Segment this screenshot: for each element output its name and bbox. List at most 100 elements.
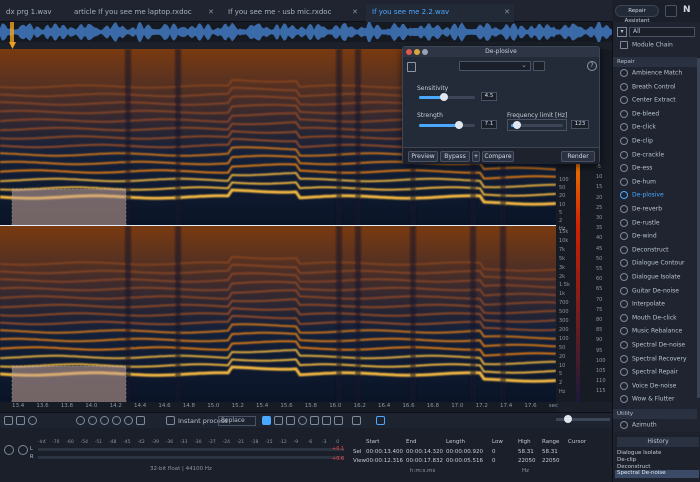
process-mode-dropdown[interactable]: Replace <box>218 416 256 426</box>
tab-3[interactable]: If you see me - usb mic.rxdoc ✕ <box>222 4 362 22</box>
view-high[interactable]: 22050 <box>518 458 536 464</box>
module-de-reverb[interactable]: De-reverb <box>617 205 697 219</box>
close-icon[interactable]: ✕ <box>504 8 510 16</box>
module-filter-dropdown[interactable]: All <box>629 27 695 37</box>
module-breath-control[interactable]: Breath Control <box>617 82 697 97</box>
loop-icon[interactable] <box>4 445 14 455</box>
module-ambience-match[interactable]: Ambience Match <box>617 69 697 83</box>
module-de-hum[interactable]: De-hum <box>617 177 697 192</box>
strength-value[interactable]: 7.1 <box>481 120 497 129</box>
module-de-wind[interactable]: De-wind <box>617 232 697 246</box>
module-music-rebalance[interactable]: Music Rebalance <box>617 327 697 341</box>
time-format[interactable]: h:m:s.ms <box>410 468 435 474</box>
view-range[interactable]: 22050 <box>542 458 560 464</box>
tab-4-active[interactable]: If you see me 2.2.wav ✕ <box>366 4 514 22</box>
module-mouth-de-click[interactable]: Mouth De-click <box>617 313 697 328</box>
help-icon[interactable]: ? <box>587 61 597 71</box>
sensitivity-value[interactable]: 4.5 <box>481 92 497 101</box>
sel-high[interactable]: 58.31 <box>518 449 534 455</box>
module-voice-de-noise[interactable]: Voice De-noise <box>617 381 697 396</box>
module-spectral-repair[interactable]: Spectral Repair <box>617 368 697 382</box>
sel-range[interactable]: 58.31 <box>542 449 558 455</box>
help-icon[interactable] <box>665 5 677 17</box>
frequency-selection-icon[interactable] <box>274 416 283 425</box>
module-deconstruct[interactable]: Deconstruct <box>617 245 697 260</box>
view-low[interactable]: 0 <box>492 458 496 464</box>
chevron-down-icon[interactable]: ▾ <box>617 27 627 37</box>
magic-wand-icon[interactable] <box>322 416 331 425</box>
render-button[interactable]: Render <box>561 151 595 162</box>
module-wow-flutter[interactable]: Wow & Flutter <box>617 395 697 409</box>
history-item[interactable]: De-clip <box>617 457 636 463</box>
sel-start[interactable]: 00:00:13.400 <box>366 449 403 455</box>
time-selection-icon[interactable] <box>262 416 271 425</box>
zoom-out-icon[interactable] <box>16 416 25 425</box>
module-de-ess[interactable]: De-ess <box>617 164 697 178</box>
freq-tick-label: 10k <box>559 237 569 244</box>
module-de-crackle[interactable]: De-crackle <box>617 150 697 165</box>
zoom-slider-knob[interactable] <box>564 415 572 423</box>
sel-length[interactable]: 00:00:00.920 <box>446 449 483 455</box>
sel-low[interactable]: 0 <box>492 449 496 455</box>
maximize-window-icon[interactable] <box>422 49 428 55</box>
module-dialogue-isolate[interactable]: Dialogue Isolate <box>617 273 697 287</box>
module-interpolate[interactable]: Interpolate <box>617 300 697 314</box>
module-de-rustle[interactable]: De-rustle <box>617 218 697 233</box>
close-icon[interactable]: ✕ <box>208 8 214 16</box>
module-de-plosive[interactable]: De-plosive <box>617 191 697 205</box>
module-center-extract[interactable]: Center Extract <box>617 96 697 110</box>
module-dialogue-contour[interactable]: Dialogue Contour <box>617 259 697 273</box>
tab-1[interactable]: dx prg 1.wav <box>0 4 66 22</box>
module-de-click[interactable]: De-click <box>617 123 697 137</box>
frequency-limit-label: Frequency limit [Hz] <box>507 112 568 119</box>
pencil-icon[interactable] <box>352 416 361 425</box>
preset-dropdown[interactable]: ⌄ <box>459 61 531 71</box>
monitor-icon[interactable] <box>18 445 28 455</box>
frequency-limit-value[interactable]: 123 <box>571 120 589 129</box>
freq-tick-label: 5 <box>559 371 563 378</box>
module-chain-item[interactable]: Module Chain <box>617 41 697 55</box>
hand-icon[interactable] <box>136 416 145 425</box>
module-de-clip[interactable]: De-clip <box>617 137 697 151</box>
preview-button[interactable]: Preview <box>408 151 438 162</box>
view-length[interactable]: 00:00:05.516 <box>446 458 483 464</box>
view-end[interactable]: 00:00:17.832 <box>406 458 443 464</box>
sensitivity-slider[interactable] <box>419 93 475 101</box>
zoom-fit-icon[interactable] <box>100 416 109 425</box>
find-similar-icon[interactable] <box>376 416 385 425</box>
zoom-out-time-icon[interactable] <box>88 416 97 425</box>
menu-icon[interactable] <box>533 61 545 71</box>
zoom-reset-icon[interactable] <box>124 416 133 425</box>
history-item-selected[interactable]: Spectral De-noise <box>615 470 699 478</box>
compare-button[interactable]: Compare <box>482 151 514 162</box>
freq-tick-label: Hz <box>559 389 566 396</box>
meter-tick-label: -36 <box>165 440 174 445</box>
module-spectral-recovery[interactable]: Spectral Recovery <box>617 354 697 369</box>
zoom-in-time-icon[interactable] <box>28 416 37 425</box>
time-frequency-selection-icon[interactable] <box>286 416 295 425</box>
frequency-limit-slider[interactable] <box>511 121 563 129</box>
view-start[interactable]: 00:00:12.316 <box>366 458 403 464</box>
history-item[interactable]: Dialogue Isolate <box>617 450 661 456</box>
module-guitar-de-noise[interactable]: Guitar De-noise <box>617 286 697 301</box>
instant-process-checkbox[interactable] <box>166 416 175 425</box>
brush-icon[interactable] <box>310 416 319 425</box>
waveform-overview[interactable] <box>0 22 612 42</box>
sel-end[interactable]: 00:00:14.320 <box>406 449 443 455</box>
repair-assistant-button[interactable]: Repair Assistant <box>615 5 659 24</box>
strength-slider[interactable] <box>419 121 475 129</box>
zoom-in-icon[interactable] <box>4 416 13 425</box>
harmonic-selection-icon[interactable] <box>334 416 343 425</box>
lasso-icon[interactable] <box>298 416 307 425</box>
db-tick-label: 15 <box>596 184 603 191</box>
zoom-selection-icon[interactable] <box>76 416 85 425</box>
module-spectral-de-noise[interactable]: Spectral De-noise <box>617 341 697 355</box>
minimize-window-icon[interactable] <box>414 49 420 55</box>
add-compare-button[interactable]: + <box>472 151 480 162</box>
close-icon[interactable]: ✕ <box>352 8 358 16</box>
module-de-bleed[interactable]: De-bleed <box>617 109 697 124</box>
bypass-button[interactable]: Bypass <box>440 151 470 162</box>
tab-2[interactable]: article If you see me laptop.rxdoc ✕ <box>68 4 218 22</box>
close-window-icon[interactable] <box>406 49 412 55</box>
zoom-full-icon[interactable] <box>112 416 121 425</box>
